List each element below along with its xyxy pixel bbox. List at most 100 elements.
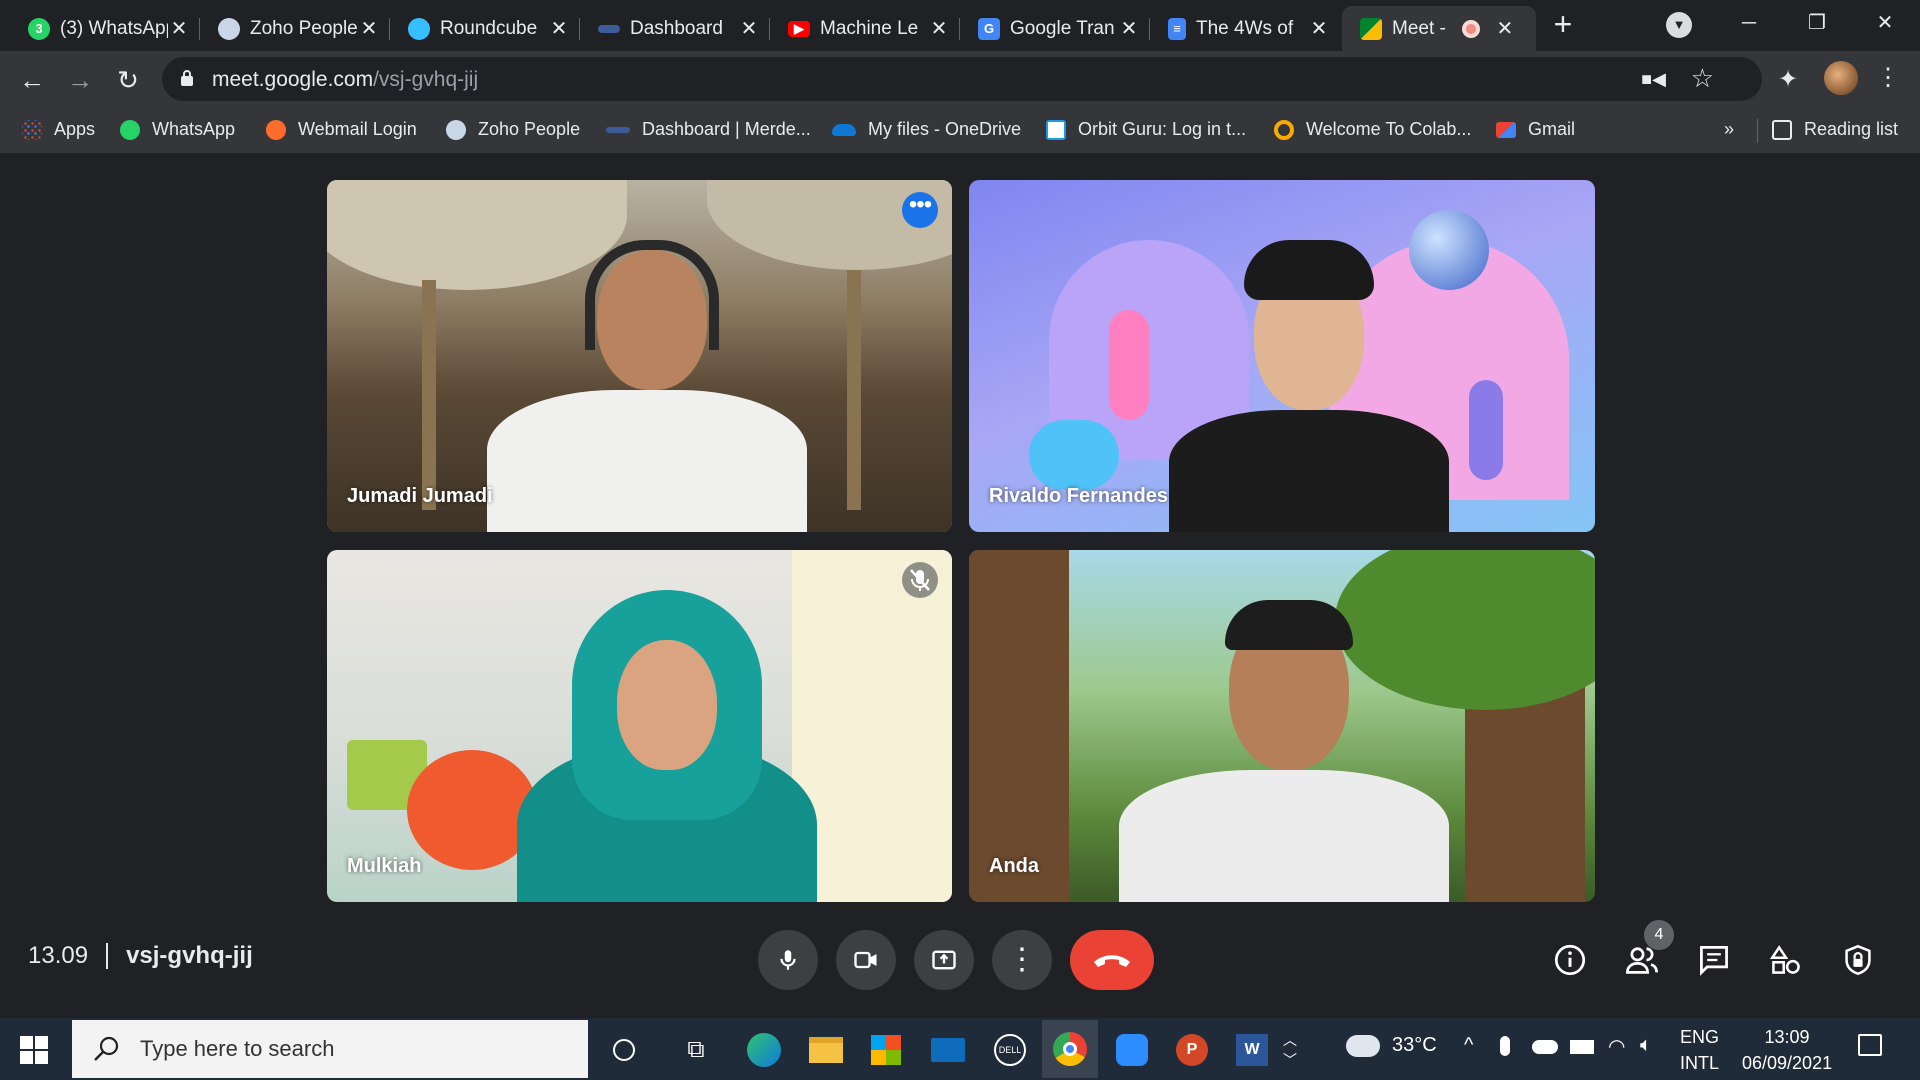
present-icon	[932, 950, 956, 970]
close-icon[interactable]: ✕	[1308, 16, 1330, 41]
tab-title: Roundcube	[440, 17, 538, 39]
tab-title: Meet -	[1392, 17, 1446, 39]
back-icon[interactable]: ←	[12, 61, 52, 101]
bookmark-onedrive[interactable]: My files - OneDrive	[832, 119, 1021, 140]
onedrive-icon	[832, 123, 856, 136]
bookmark-label: Dashboard | Merde...	[642, 119, 811, 139]
file-explorer-icon[interactable]	[806, 1030, 846, 1070]
system-clock[interactable]: 13:09 06/09/2021	[1742, 1024, 1832, 1076]
bookmark-whatsapp[interactable]: WhatsApp	[120, 119, 235, 140]
powerpoint-icon[interactable]: P	[1172, 1030, 1212, 1070]
close-icon[interactable]: ✕	[928, 16, 950, 41]
tab-search-icon[interactable]: ▼	[1666, 12, 1692, 38]
camera-in-use-icon[interactable]: ■◀	[1641, 69, 1666, 90]
present-screen-button[interactable]	[914, 930, 974, 990]
microphone-tray-icon[interactable]	[1500, 1036, 1510, 1056]
onedrive-tray-icon[interactable]	[1532, 1040, 1558, 1054]
notifications-icon[interactable]	[1858, 1034, 1882, 1056]
input-language[interactable]: ENG INTL	[1680, 1024, 1719, 1076]
taskbar-search[interactable]: Type here to search	[72, 1020, 588, 1078]
url-host: meet.google.com	[212, 68, 374, 91]
microsoft-store-icon[interactable]	[866, 1030, 906, 1070]
word-icon[interactable]: W	[1232, 1030, 1272, 1070]
tab-roundcube[interactable]: Roundcube ✕	[390, 6, 580, 51]
minimize-icon[interactable]: ─	[1724, 6, 1774, 40]
participant-person	[1159, 220, 1459, 532]
meet-stage: ••• Jumadi Jumadi Rivaldo Fernandes Mulk…	[0, 154, 1920, 1018]
reading-list-button[interactable]: Reading list	[1772, 119, 1898, 140]
tab-meet[interactable]: Meet - ✕	[1342, 6, 1536, 51]
mail-icon[interactable]	[928, 1030, 968, 1070]
browser-menu-icon[interactable]: ⋮	[1876, 63, 1900, 92]
avatar[interactable]	[1824, 61, 1858, 95]
bookmark-gmail[interactable]: Gmail	[1496, 119, 1575, 140]
edge-icon[interactable]	[744, 1030, 784, 1070]
reload-icon[interactable]: ↻	[108, 61, 148, 101]
tab-title: (3) WhatsApp	[60, 17, 168, 39]
task-view-icon[interactable]: ⧉	[676, 1030, 716, 1070]
forward-icon[interactable]: →	[60, 61, 100, 101]
close-icon[interactable]: ✕	[168, 16, 190, 41]
tab-google-docs[interactable]: ≡ The 4Ws of ✕	[1150, 6, 1340, 51]
close-icon[interactable]: ✕	[548, 16, 570, 41]
wifi-icon[interactable]: ◠	[1608, 1034, 1625, 1059]
bookmark-apps[interactable]: Apps	[22, 119, 95, 140]
keyboard-layout: INTL	[1680, 1053, 1720, 1073]
microphone-button[interactable]	[758, 930, 818, 990]
bookmark-zoho-people[interactable]: Zoho People	[446, 119, 580, 140]
reading-list-icon	[1772, 119, 1792, 140]
restore-icon[interactable]: ❐	[1792, 6, 1842, 40]
bookmark-label: Webmail Login	[298, 119, 417, 139]
zoom-icon[interactable]	[1112, 1030, 1152, 1070]
chat-button[interactable]	[1694, 940, 1734, 980]
bookmark-colab[interactable]: Welcome To Colab...	[1274, 119, 1471, 140]
tab-youtube[interactable]: ▶ Machine Le ✕	[770, 6, 960, 51]
address-bar[interactable]: meet.google.com/vsj-gvhq-jij ■◀ ☆	[162, 57, 1762, 101]
bookmark-label: WhatsApp	[152, 119, 236, 139]
taskbar-scroll-icon[interactable]: ︿ ﹀	[1280, 1030, 1300, 1070]
new-tab-button[interactable]: +	[1546, 8, 1580, 42]
volume-icon[interactable]: 🔈︎	[1640, 1034, 1652, 1057]
tree-trunk	[969, 550, 1069, 902]
youtube-icon: ▶	[788, 20, 810, 37]
host-controls-button[interactable]	[1838, 940, 1878, 980]
participant-person	[517, 580, 817, 902]
bookmark-dashboard[interactable]: Dashboard | Merde...	[606, 119, 811, 140]
bookmarks-overflow-button[interactable]: »	[1724, 119, 1734, 140]
close-icon[interactable]: ✕	[738, 16, 760, 41]
tab-dashboard[interactable]: Dashboard ✕	[580, 6, 770, 51]
more-options-icon[interactable]: •••	[902, 192, 938, 228]
hair	[1225, 600, 1353, 650]
participant-tile[interactable]: ••• Jumadi Jumadi	[327, 180, 952, 532]
close-icon[interactable]: ✕	[1494, 16, 1516, 41]
tab-zoho-people[interactable]: Zoho People ✕	[200, 6, 390, 51]
leave-call-button[interactable]	[1070, 930, 1154, 990]
weather-widget[interactable]: 33°C	[1346, 1034, 1437, 1057]
clock-date: 06/09/2021	[1742, 1053, 1833, 1073]
close-icon[interactable]: ✕	[358, 16, 380, 41]
camera-button[interactable]	[836, 930, 896, 990]
tab-whatsapp[interactable]: 3 (3) WhatsApp ✕	[10, 6, 200, 51]
close-icon[interactable]: ✕	[1118, 16, 1140, 41]
participant-tile[interactable]: Rivaldo Fernandes	[969, 180, 1595, 532]
activities-icon	[1770, 945, 1800, 974]
participant-tile[interactable]: Anda	[969, 550, 1595, 902]
windows-start-icon[interactable]	[20, 1036, 48, 1064]
dell-icon[interactable]: DELL	[990, 1030, 1030, 1070]
recording-icon	[1461, 19, 1480, 38]
extensions-icon[interactable]: ✦	[1778, 65, 1798, 94]
participant-tile[interactable]: Mulkiah	[327, 550, 952, 902]
bookmark-star-icon[interactable]: ☆	[1691, 63, 1714, 94]
more-options-button[interactable]: ⋮	[992, 930, 1052, 990]
activities-button[interactable]	[1766, 940, 1806, 980]
bookmark-webmail-login[interactable]: Webmail Login	[266, 119, 417, 140]
window-close-icon[interactable]: ✕	[1860, 6, 1910, 40]
cortana-icon[interactable]	[604, 1030, 644, 1070]
bookmark-orbit-guru[interactable]: Orbit Guru: Log in t...	[1046, 119, 1246, 140]
clock-time: 13:09	[1764, 1027, 1810, 1047]
meeting-details-button[interactable]	[1550, 940, 1590, 980]
chrome-icon[interactable]	[1042, 1020, 1098, 1078]
show-hidden-icons[interactable]: ^	[1464, 1034, 1473, 1057]
battery-icon[interactable]	[1570, 1040, 1594, 1054]
tab-google-translate[interactable]: G Google Tran ✕	[960, 6, 1150, 51]
